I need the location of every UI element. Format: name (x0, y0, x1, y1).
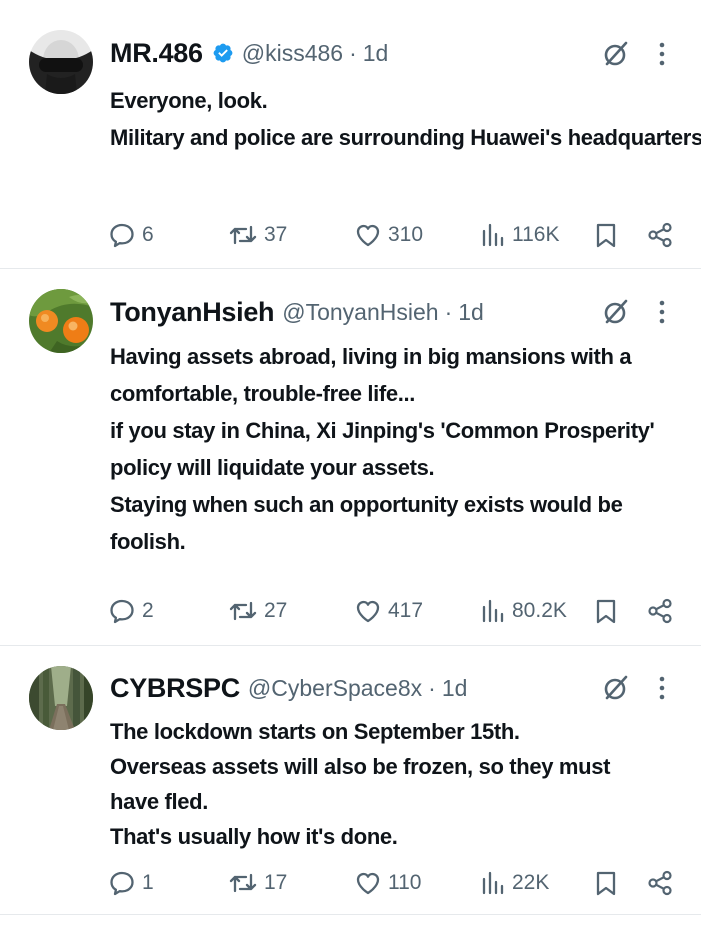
tweet-divider (0, 914, 701, 915)
reply-button[interactable]: 6 (108, 220, 154, 250)
like-button[interactable]: 310 (354, 220, 423, 250)
view-count: 80.2K (512, 599, 567, 622)
speech-bubble-icon (110, 223, 134, 248)
repost-button[interactable]: 27 (228, 596, 287, 626)
share-button[interactable] (646, 868, 674, 898)
tweet-text-line: if you stay in China, Xi Jinping's 'Comm… (110, 418, 655, 443)
share-button[interactable] (646, 596, 674, 626)
timestamp[interactable]: 1d (363, 40, 389, 67)
repost-button[interactable]: 17 (228, 868, 287, 898)
separator: · (444, 298, 453, 325)
share-button[interactable] (646, 220, 674, 250)
tweet-text: Everyone, look. Military and police are … (110, 82, 701, 156)
heart-icon (356, 872, 380, 895)
tweet-2[interactable]: TonyanHsieh @TonyanHsieh · 1d Having ass… (0, 269, 701, 645)
tweet-text-line: policy will liquidate your assets. (110, 455, 435, 480)
tweet-text-line: The lockdown starts on September 15th. (110, 719, 520, 744)
avatar[interactable] (29, 30, 93, 94)
tweet-text-line: That's usually how it's done. (110, 824, 398, 849)
tweet-text-line: Everyone, look. (110, 88, 268, 113)
bookmark-button[interactable] (594, 596, 618, 626)
view-count: 22K (512, 871, 550, 894)
repost-arrows-icon (229, 225, 257, 245)
bookmark-icon (596, 223, 616, 248)
reply-count: 6 (142, 223, 154, 246)
tweet-header: MR.486 @kiss486 · 1d (110, 36, 388, 70)
user-handle[interactable]: @TonyanHsieh (282, 299, 438, 326)
verified-badge-icon (212, 42, 234, 64)
bookmark-icon (596, 871, 616, 896)
like-button[interactable]: 110 (354, 868, 421, 898)
like-count: 310 (388, 223, 424, 246)
share-icon (648, 598, 672, 624)
tweet-3[interactable]: CYBRSPC @CyberSpace8x · 1d The lockdown … (0, 646, 701, 914)
tweet-text-line: Military and police are surrounding Huaw… (110, 125, 701, 150)
views-button[interactable]: 22K (480, 868, 549, 898)
repost-count: 17 (264, 871, 288, 894)
tweet-text-line: Overseas assets will also be frozen, so … (110, 754, 611, 779)
action-bar: 6 37 310 116K (108, 220, 678, 250)
heart-icon (356, 224, 380, 247)
share-icon (648, 870, 672, 896)
speech-bubble-icon (110, 599, 134, 624)
grok-slash-circle-icon[interactable] (602, 674, 630, 702)
bar-chart-icon (482, 871, 504, 895)
heart-icon (356, 600, 380, 623)
tweet-text: The lockdown starts on September 15th. O… (110, 714, 690, 854)
repost-arrows-icon (229, 873, 257, 893)
separator: · (428, 674, 436, 701)
bar-chart-icon (482, 223, 504, 247)
user-handle[interactable]: @CyberSpace8x (248, 675, 422, 702)
views-button[interactable]: 116K (480, 220, 560, 250)
display-name[interactable]: CYBRSPC (110, 673, 240, 704)
bookmark-button[interactable] (594, 868, 618, 898)
separator: · (349, 39, 357, 66)
tweet-header: TonyanHsieh @TonyanHsieh · 1d (110, 295, 484, 329)
tweet-header: CYBRSPC @CyberSpace8x · 1d (110, 671, 467, 705)
user-handle[interactable]: @kiss486 (242, 40, 343, 67)
avatar[interactable] (29, 666, 93, 730)
repost-count: 27 (264, 599, 288, 622)
tweet-text-line: have fled. (110, 789, 208, 814)
speech-bubble-icon (110, 871, 134, 896)
tweet-text: Having assets abroad, living in big mans… (110, 338, 690, 560)
display-name[interactable]: TonyanHsieh (110, 297, 275, 328)
vertical-ellipsis-icon[interactable] (654, 300, 670, 324)
action-bar: 1 17 110 22K (108, 868, 678, 898)
view-count: 116K (512, 223, 560, 246)
repost-button[interactable]: 37 (228, 220, 287, 250)
share-icon (648, 222, 672, 248)
vertical-ellipsis-icon[interactable] (654, 676, 670, 700)
grok-slash-circle-icon[interactable] (602, 298, 630, 326)
tweet-text-line: Having assets abroad, living in big mans… (110, 344, 632, 369)
reply-button[interactable]: 1 (108, 868, 154, 898)
avatar[interactable] (29, 289, 93, 353)
tweet-1[interactable]: MR.486 @kiss486 · 1d Everyone, look. Mil… (0, 0, 701, 268)
display-name[interactable]: MR.486 (110, 38, 203, 69)
grok-slash-circle-icon[interactable] (602, 40, 630, 68)
bar-chart-icon (482, 599, 504, 623)
repost-arrows-icon (229, 601, 257, 621)
tweet-text-line: comfortable, trouble-free life... (110, 381, 416, 406)
reply-count: 2 (142, 599, 154, 622)
action-bar: 2 27 417 80.2K (108, 596, 678, 626)
bookmark-button[interactable] (594, 220, 618, 250)
views-button[interactable]: 80.2K (480, 596, 567, 626)
like-count: 110 (388, 871, 422, 894)
bookmark-icon (596, 599, 616, 624)
tweet-text-line: Staying when such an opportunity exists … (110, 492, 623, 517)
repost-count: 37 (264, 223, 288, 246)
reply-count: 1 (142, 871, 154, 894)
vertical-ellipsis-icon[interactable] (654, 42, 670, 66)
like-button[interactable]: 417 (354, 596, 423, 626)
reply-button[interactable]: 2 (108, 596, 154, 626)
timestamp[interactable]: 1d (458, 299, 484, 326)
tweet-text-line: foolish. (110, 529, 186, 554)
timestamp[interactable]: 1d (442, 675, 468, 702)
like-count: 417 (388, 599, 424, 622)
